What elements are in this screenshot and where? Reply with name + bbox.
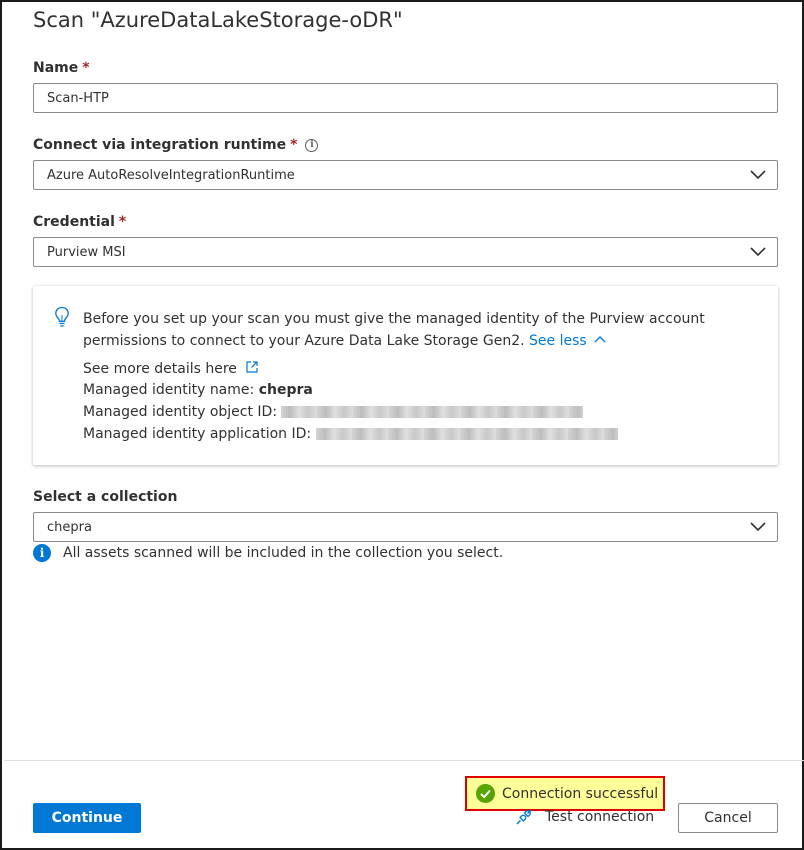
runtime-dropdown[interactable]: Azure AutoResolveIntegrationRuntime bbox=[33, 160, 778, 190]
chevron-up-icon bbox=[594, 336, 606, 343]
info-message: Before you set up your scan you must giv… bbox=[83, 308, 743, 352]
identity-name-row: Managed identity name: chepra bbox=[83, 382, 313, 398]
required-mark: * bbox=[82, 60, 90, 76]
see-more-details-label: See more details here bbox=[83, 361, 237, 377]
credential-dropdown-value: Purview MSI bbox=[47, 244, 126, 260]
managed-identity-info-card: Before you set up your scan you must giv… bbox=[33, 286, 778, 465]
dialog-title: Scan "AzureDataLakeStorage-oDR" bbox=[33, 8, 403, 32]
name-label-text: Name bbox=[33, 60, 79, 76]
credential-label-text: Credential bbox=[33, 214, 115, 230]
collection-label: Select a collection bbox=[33, 489, 177, 505]
collection-label-text: Select a collection bbox=[33, 489, 178, 505]
check-circle-icon bbox=[476, 784, 495, 803]
redacted-object-id bbox=[281, 406, 584, 418]
required-mark: * bbox=[118, 214, 127, 230]
name-input[interactable]: Scan-HTP bbox=[33, 83, 778, 113]
see-less-link[interactable]: See less bbox=[529, 333, 607, 349]
credential-dropdown[interactable]: Purview MSI bbox=[33, 237, 778, 267]
application-id-row: Managed identity application ID: bbox=[83, 426, 618, 442]
info-icon: i bbox=[33, 544, 51, 562]
collection-hint-text: All assets scanned will be included in t… bbox=[63, 545, 504, 561]
runtime-dropdown-value: Azure AutoResolveIntegrationRuntime bbox=[47, 167, 295, 183]
identity-name-label: Managed identity name: bbox=[83, 382, 255, 398]
footer-divider bbox=[4, 760, 804, 761]
identity-name-value: chepra bbox=[258, 382, 313, 398]
object-id-row: Managed identity object ID: bbox=[83, 404, 584, 420]
cancel-button[interactable]: Cancel bbox=[678, 803, 778, 833]
chevron-down-icon bbox=[750, 247, 766, 257]
connection-status: Connection successful bbox=[465, 776, 665, 811]
connection-status-text: Connection successful bbox=[502, 785, 659, 802]
credential-label: Credential * bbox=[33, 214, 126, 230]
collection-hint: i All assets scanned will be included in… bbox=[33, 544, 503, 562]
info-message-text: Before you set up your scan you must giv… bbox=[83, 311, 705, 349]
scan-dialog: Scan "AzureDataLakeStorage-oDR" Name * S… bbox=[0, 0, 804, 850]
see-less-label: See less bbox=[529, 333, 587, 349]
name-input-value: Scan-HTP bbox=[47, 90, 109, 106]
application-id-label: Managed identity application ID: bbox=[83, 426, 312, 442]
redacted-application-id bbox=[315, 428, 618, 440]
see-more-details-link[interactable]: See more details here bbox=[83, 360, 259, 377]
object-id-label: Managed identity object ID: bbox=[83, 404, 278, 420]
external-link-icon bbox=[246, 361, 258, 373]
info-icon[interactable]: i bbox=[305, 138, 319, 152]
chevron-down-icon bbox=[750, 522, 766, 532]
required-mark: * bbox=[290, 137, 298, 153]
plug-icon bbox=[516, 809, 532, 825]
runtime-label: Connect via integration runtime * i bbox=[33, 137, 319, 153]
lightbulb-icon bbox=[55, 306, 69, 327]
collection-dropdown[interactable]: chepra bbox=[33, 512, 778, 542]
test-connection-label: Test connection bbox=[545, 809, 655, 825]
runtime-label-text: Connect via integration runtime bbox=[33, 137, 287, 153]
chevron-down-icon bbox=[750, 170, 766, 180]
test-connection-button[interactable]: Test connection bbox=[515, 808, 654, 826]
name-label: Name * bbox=[33, 60, 90, 76]
collection-dropdown-value: chepra bbox=[47, 519, 92, 535]
continue-button[interactable]: Continue bbox=[33, 803, 141, 833]
